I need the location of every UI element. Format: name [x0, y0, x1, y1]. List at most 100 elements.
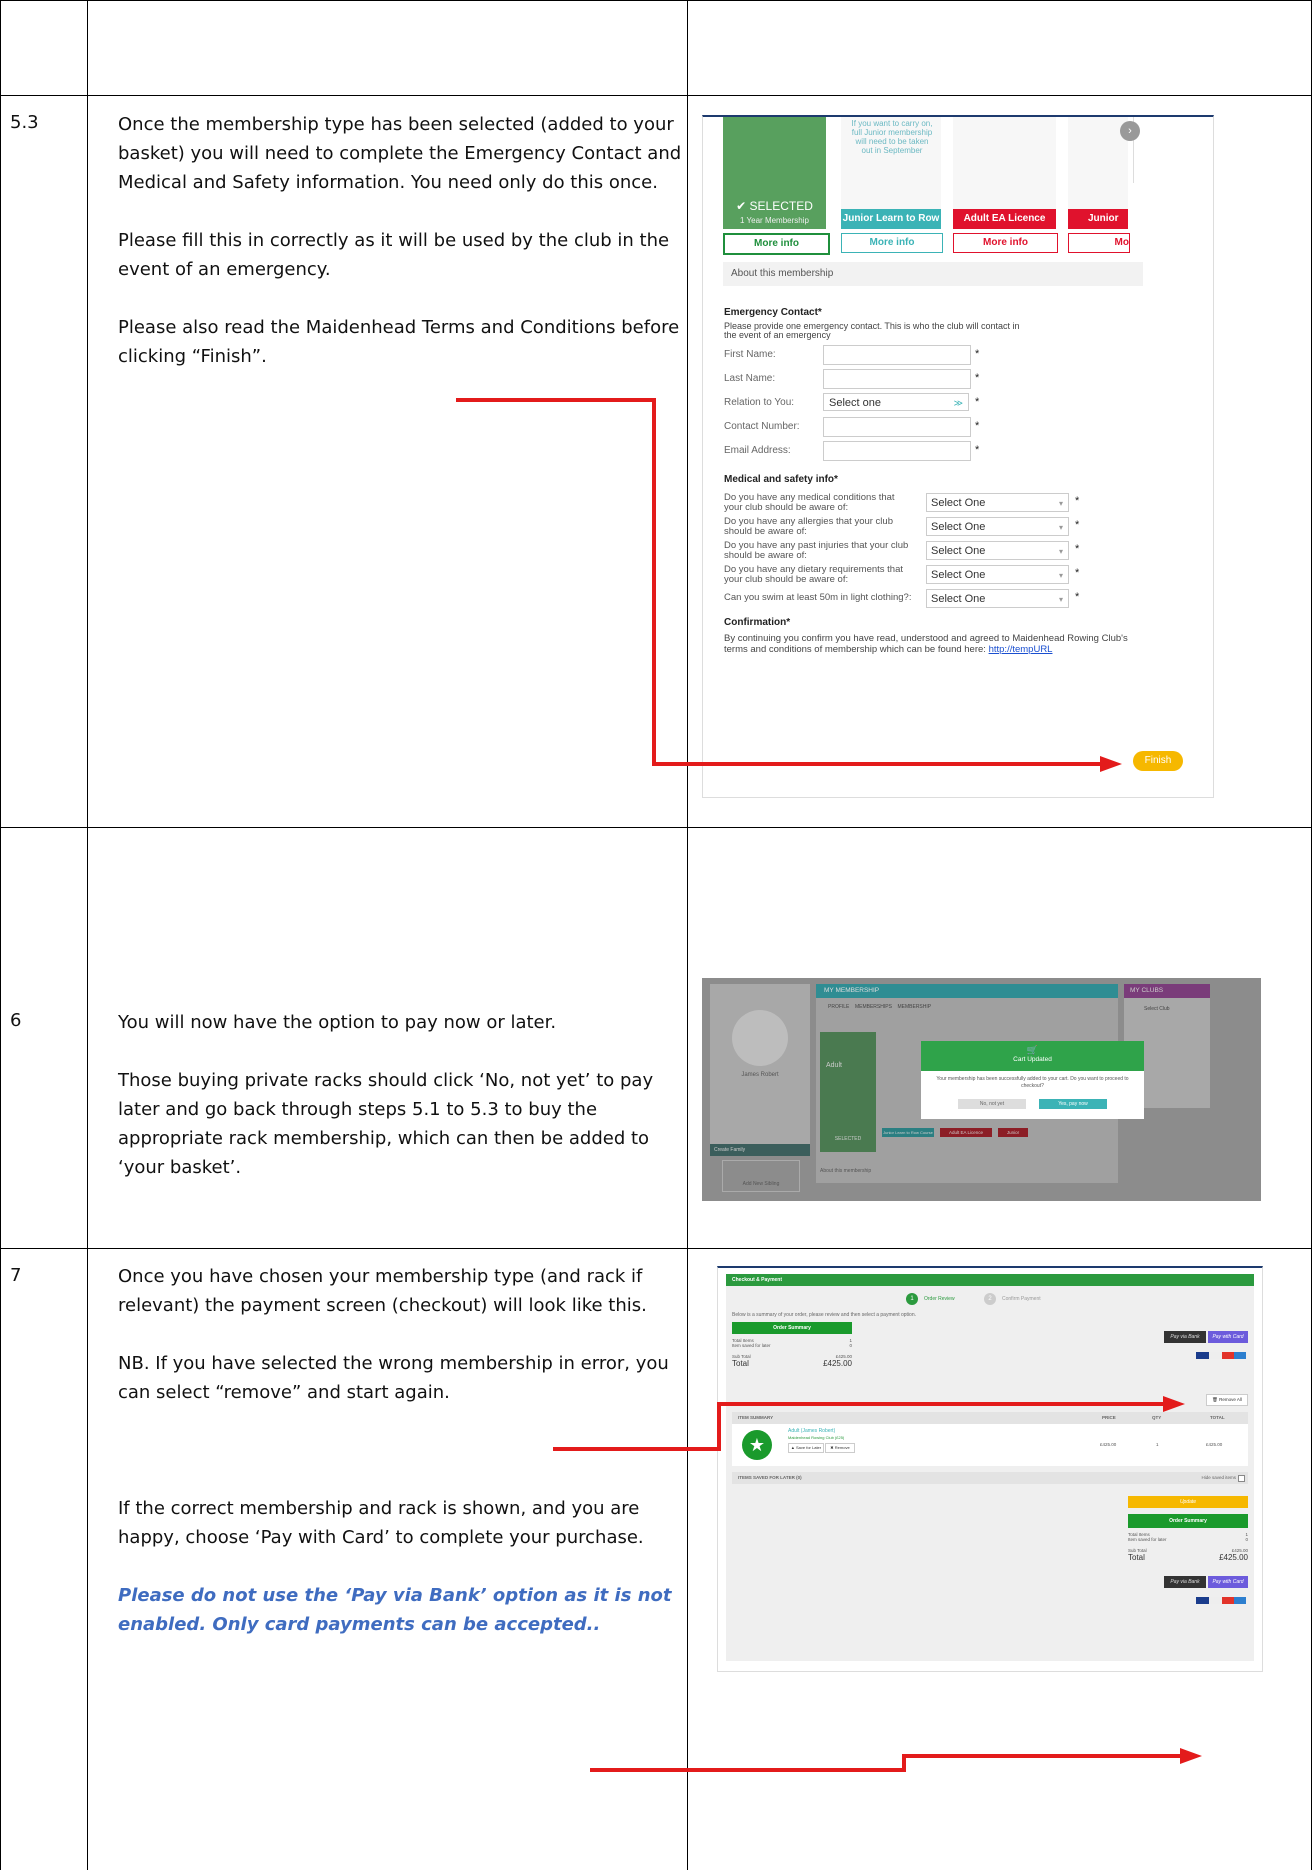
annotation-arrow — [717, 1402, 1165, 1406]
chevron-down-icon: ▾ — [1058, 595, 1063, 604]
membership-card[interactable]: Adult EA Licence — [953, 117, 1056, 229]
medical-question: Do you have any dietary requirements tha… — [724, 564, 904, 585]
no-not-yet-button[interactable]: No, not yet — [958, 1099, 1026, 1109]
medical-select[interactable]: Select One ▾ — [926, 493, 1069, 512]
yes-pay-now-button[interactable]: Yes, pay now — [1039, 1099, 1107, 1109]
step-number: 6 — [10, 1010, 22, 1031]
swim-select[interactable]: Select One ▾ — [926, 589, 1069, 608]
more-info-button[interactable]: More info — [841, 233, 943, 253]
confirmation-title: Confirmation* — [724, 617, 791, 628]
field-label: Email Address: — [724, 445, 791, 456]
membership-card[interactable]: If you want to carry on, full Junior mem… — [841, 117, 941, 244]
terms-link[interactable]: http://tempURL — [989, 644, 1053, 655]
more-info-button[interactable]: More info — [953, 233, 1058, 253]
pay-with-card-button[interactable]: Pay with Card — [1208, 1576, 1248, 1588]
more-info-button[interactable]: Mo — [1068, 233, 1130, 253]
remove-button[interactable]: ✖ Remove — [825, 1443, 855, 1453]
more-info-button[interactable]: More info — [723, 233, 830, 255]
screenshot-checkout: Checkout & Payment 1 Order Review 2 Conf… — [717, 1266, 1263, 1672]
remove-all-button[interactable]: 🗑 Remove All — [1206, 1394, 1248, 1406]
annotation-arrow — [456, 398, 656, 402]
step-2-indicator: 2 — [984, 1293, 996, 1305]
chevron-down-icon: ▾ — [1058, 499, 1063, 508]
confirmation-text: By continuing you confirm you have read,… — [724, 633, 1128, 655]
medical-question: Do you have any allergies that your club… — [724, 516, 893, 537]
item-club: Maidenhead Rowing Club (£25) — [788, 1435, 845, 1440]
table-border — [87, 0, 88, 1870]
last-name-input[interactable] — [823, 369, 971, 389]
warning-text: Please do not use the ‘Pay via Bank’ opt… — [118, 1585, 672, 1635]
arrow-head — [1100, 756, 1122, 772]
pay-via-bank-button[interactable]: Pay via Bank — [1164, 1331, 1206, 1343]
star-icon: ★ — [742, 1430, 772, 1460]
tab-memberships[interactable]: MEMBERSHIPS — [855, 1004, 892, 1010]
chevron-down-icon: ▾ — [1058, 523, 1063, 532]
step-2-label: Confirm Payment — [1002, 1296, 1041, 1302]
annotation-arrow — [717, 1402, 721, 1451]
contact-number-input[interactable] — [823, 417, 971, 437]
table-border — [1311, 0, 1312, 1870]
pay-via-bank-button[interactable]: Pay via Bank — [1164, 1576, 1206, 1588]
profile-panel: James Robert — [710, 984, 810, 1144]
hide-saved-checkbox[interactable] — [1238, 1475, 1245, 1482]
selected-label: SELECTED — [749, 199, 813, 213]
close-icon: ✖ — [830, 1445, 834, 1450]
first-name-input[interactable] — [823, 345, 971, 365]
annotation-arrow — [902, 1754, 1182, 1758]
relation-select[interactable]: Select one ≫ — [823, 393, 969, 411]
paragraph: Once the membership type has been select… — [118, 114, 682, 193]
create-family[interactable]: Create Family — [710, 1144, 810, 1156]
card-description: If you want to carry on, full Junior mem… — [851, 119, 933, 155]
step-1-indicator: 1 — [906, 1293, 918, 1305]
checkout-header: Checkout & Payment — [726, 1274, 1254, 1286]
trash-icon: 🗑 — [1212, 1397, 1218, 1402]
hide-saved-toggle[interactable]: Hide saved items — [1201, 1472, 1236, 1484]
paragraph: If the correct membership and rack is sh… — [118, 1498, 644, 1548]
carousel-next-icon[interactable]: › — [1120, 121, 1140, 141]
order-summary-title-bottom: Order Summary — [1128, 1514, 1248, 1528]
table-border — [0, 0, 1312, 1]
injuries-select[interactable]: Select One ▾ — [926, 541, 1069, 560]
membership-card[interactable]: Junior — [1068, 117, 1128, 229]
step-number: 5.3 — [10, 112, 39, 133]
tab-membership[interactable]: MEMBERSHIP — [897, 1004, 931, 1010]
select-club-button[interactable]: Select Club — [1144, 1006, 1170, 1012]
about-membership[interactable]: About this membership — [723, 262, 1143, 286]
update-button[interactable]: Update — [1128, 1496, 1248, 1508]
item-name[interactable]: Adult (James Robert) — [788, 1428, 835, 1434]
screenshot-membership-form: ✔ SELECTED 1 Year Membership More info I… — [702, 115, 1214, 798]
save-for-later-button[interactable]: ▲ Save for Later — [788, 1443, 824, 1453]
medical-question: Do you have any past injuries that your … — [724, 540, 909, 561]
my-clubs-header: MY CLUBS — [1124, 984, 1210, 998]
step-1-label: Order Review — [924, 1296, 955, 1302]
paragraph: Please also read the Maidenhead Terms an… — [118, 317, 680, 367]
pay-with-card-button[interactable]: Pay with Card — [1208, 1331, 1248, 1343]
card-title: Adult EA Licence — [953, 209, 1056, 229]
person-icon: ▲ — [790, 1445, 795, 1450]
table-border — [0, 0, 1, 1870]
avatar — [732, 1010, 788, 1066]
field-label: Contact Number: — [724, 421, 800, 432]
annotation-arrow — [652, 398, 656, 766]
intro-text: Below is a summary of your order, please… — [732, 1312, 916, 1318]
medical-title: Medical and safety info* — [724, 474, 838, 485]
table-border — [0, 827, 1312, 828]
arrow-head — [1163, 1396, 1185, 1412]
add-family-button[interactable]: Add New Sibling — [722, 1160, 800, 1192]
annotation-arrow — [652, 762, 1102, 766]
field-label: Relation to You: — [724, 397, 795, 408]
dietary-select[interactable]: Select One ▾ — [926, 565, 1069, 584]
email-input[interactable] — [823, 441, 971, 461]
finish-button[interactable]: Finish — [1133, 751, 1183, 771]
membership-card-selected[interactable]: ✔ SELECTED 1 Year Membership — [723, 117, 826, 229]
allergies-select[interactable]: Select One ▾ — [926, 517, 1069, 536]
card-title: Junior Learn to Row Course — [841, 209, 941, 244]
order-summary-title: Order Summary — [732, 1322, 852, 1334]
check-icon: ✔ — [736, 199, 747, 213]
tab-profile[interactable]: PROFILE — [828, 1004, 849, 1010]
medical-question: Can you swim at least 50m in light cloth… — [724, 592, 912, 603]
my-membership-header: MY MEMBERSHIP — [816, 984, 1118, 998]
table-row: ★ Adult (James Robert) Maidenhead Rowing… — [732, 1424, 1248, 1466]
paragraph: Please fill this in correctly as it will… — [118, 230, 670, 280]
modal-text: Your membership has been successfully ad… — [936, 1076, 1129, 1089]
